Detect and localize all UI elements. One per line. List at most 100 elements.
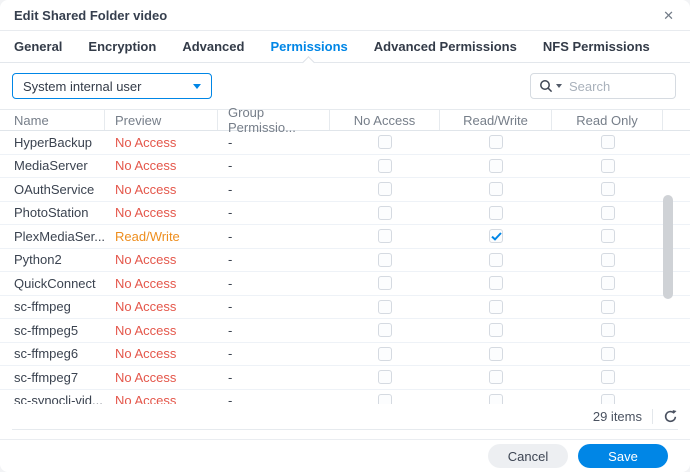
save-button[interactable]: Save <box>578 444 668 468</box>
table-row[interactable]: sc-ffmpeg No Access - <box>0 296 690 319</box>
read-only-checkbox[interactable] <box>600 229 615 244</box>
table-row[interactable]: sc-ffmpeg6 No Access - <box>0 343 690 366</box>
column-header-group-permissio[interactable]: Group Permissio... <box>218 105 330 135</box>
items-count: 29 items <box>592 409 642 424</box>
table-row[interactable]: sc-ffmpeg7 No Access - <box>0 366 690 390</box>
close-icon[interactable]: ✕ <box>663 9 674 22</box>
read-only-checkbox[interactable] <box>600 299 615 314</box>
vertical-scrollbar-thumb[interactable] <box>663 195 673 299</box>
cell-read-write <box>440 252 552 267</box>
read-write-checkbox[interactable] <box>489 370 503 385</box>
search-box[interactable] <box>530 73 676 99</box>
table-row[interactable]: PlexMediaSer... Read/Write - <box>0 225 690 249</box>
read-only-checkbox[interactable] <box>600 252 615 267</box>
no-access-checkbox[interactable] <box>378 276 392 291</box>
cell-read-only <box>552 346 663 361</box>
read-only-checkbox[interactable] <box>600 205 615 220</box>
read-only-checkbox[interactable] <box>600 346 615 361</box>
table-row[interactable]: MediaServer No Access - <box>0 155 690 178</box>
cell-read-write <box>440 158 552 173</box>
read-only-checkbox[interactable] <box>600 370 615 385</box>
row-group-permission: - <box>228 134 233 150</box>
tab-general[interactable]: General <box>14 31 62 62</box>
cell-no-access <box>330 370 440 385</box>
tab-encryption[interactable]: Encryption <box>88 31 156 62</box>
refresh-button[interactable] <box>663 409 678 424</box>
read-only-checkbox[interactable] <box>600 393 615 404</box>
read-only-checkbox[interactable] <box>600 323 615 338</box>
read-write-checkbox[interactable] <box>489 158 503 173</box>
tab-nfs-permissions[interactable]: NFS Permissions <box>543 31 650 62</box>
row-group-permission: - <box>228 181 233 197</box>
table-row[interactable]: HyperBackup No Access - <box>0 131 690 155</box>
column-header-filler <box>663 110 690 130</box>
no-access-checkbox[interactable] <box>378 346 392 361</box>
no-access-checkbox[interactable] <box>378 205 392 220</box>
no-access-checkbox[interactable] <box>378 182 392 197</box>
read-only-checkbox[interactable] <box>600 182 615 197</box>
column-header-name[interactable]: Name <box>0 110 105 130</box>
read-write-checkbox[interactable] <box>489 135 503 150</box>
row-preview: No Access <box>115 322 177 338</box>
column-header-preview[interactable]: Preview <box>105 110 218 130</box>
no-access-checkbox[interactable] <box>378 229 392 244</box>
column-header-read-write[interactable]: Read/Write <box>440 110 552 130</box>
cell-no-access <box>330 252 440 267</box>
table-row[interactable]: sc-ffmpeg5 No Access - <box>0 319 690 343</box>
read-only-checkbox[interactable] <box>600 135 615 150</box>
row-preview: Read/Write <box>115 228 180 244</box>
row-preview: No Access <box>115 275 177 291</box>
read-write-checkbox[interactable] <box>489 276 503 291</box>
row-group-permission: - <box>228 205 233 221</box>
user-type-dropdown[interactable]: System internal user <box>12 73 212 99</box>
row-group-permission: - <box>228 158 233 174</box>
table-row[interactable]: PhotoStation No Access - <box>0 202 690 225</box>
read-write-checkbox[interactable] <box>489 205 503 220</box>
row-preview: No Access <box>115 393 177 404</box>
no-access-checkbox[interactable] <box>378 299 392 314</box>
cell-no-access <box>330 182 440 197</box>
row-name: PhotoStation <box>14 205 89 221</box>
cell-read-write <box>440 393 552 404</box>
row-name: sc-ffmpeg <box>14 299 71 315</box>
row-group-permission: - <box>228 393 233 404</box>
row-preview: No Access <box>115 134 177 150</box>
no-access-checkbox[interactable] <box>378 135 392 150</box>
no-access-checkbox[interactable] <box>378 252 392 267</box>
no-access-checkbox[interactable] <box>378 323 392 338</box>
search-input[interactable] <box>569 78 667 94</box>
read-write-checkbox[interactable] <box>489 323 503 338</box>
table-row[interactable]: QuickConnect No Access - <box>0 272 690 296</box>
read-only-checkbox[interactable] <box>600 276 615 291</box>
read-write-checkbox[interactable] <box>489 229 503 244</box>
cell-read-only <box>552 158 663 173</box>
no-access-checkbox[interactable] <box>378 370 392 385</box>
search-filter-chevron-icon[interactable] <box>556 84 562 88</box>
read-write-checkbox[interactable] <box>489 299 503 314</box>
row-name: sc-synocli-vid... <box>14 393 103 404</box>
table-header: Name Preview Group Permissio... No Access Re… <box>0 105 690 135</box>
toolbar: System internal user <box>0 63 690 109</box>
cell-read-write <box>440 205 552 220</box>
read-write-checkbox[interactable] <box>489 346 503 361</box>
tab-permissions[interactable]: Permissions <box>270 31 347 62</box>
read-write-checkbox[interactable] <box>489 393 503 404</box>
read-only-checkbox[interactable] <box>600 158 615 173</box>
table-body: HyperBackup No Access - MediaServer No Acces… <box>0 131 690 404</box>
table-row[interactable]: sc-synocli-vid... No Access - <box>0 390 690 404</box>
column-header-no-access[interactable]: No Access <box>330 110 440 130</box>
cancel-button[interactable]: Cancel <box>488 444 568 468</box>
tab-advanced-permissions[interactable]: Advanced Permissions <box>374 31 517 62</box>
cell-read-write <box>440 323 552 338</box>
chevron-down-icon <box>193 83 201 89</box>
read-write-checkbox[interactable] <box>489 182 503 197</box>
tab-advanced[interactable]: Advanced <box>182 31 244 62</box>
column-header-read-only[interactable]: Read Only <box>552 110 663 130</box>
table-row[interactable]: Python2 No Access - <box>0 249 690 272</box>
row-group-permission: - <box>228 369 233 385</box>
read-write-checkbox[interactable] <box>489 252 503 267</box>
no-access-checkbox[interactable] <box>378 393 392 404</box>
dialog-title: Edit Shared Folder video <box>14 7 168 23</box>
table-row[interactable]: OAuthService No Access - <box>0 178 690 202</box>
no-access-checkbox[interactable] <box>378 158 392 173</box>
